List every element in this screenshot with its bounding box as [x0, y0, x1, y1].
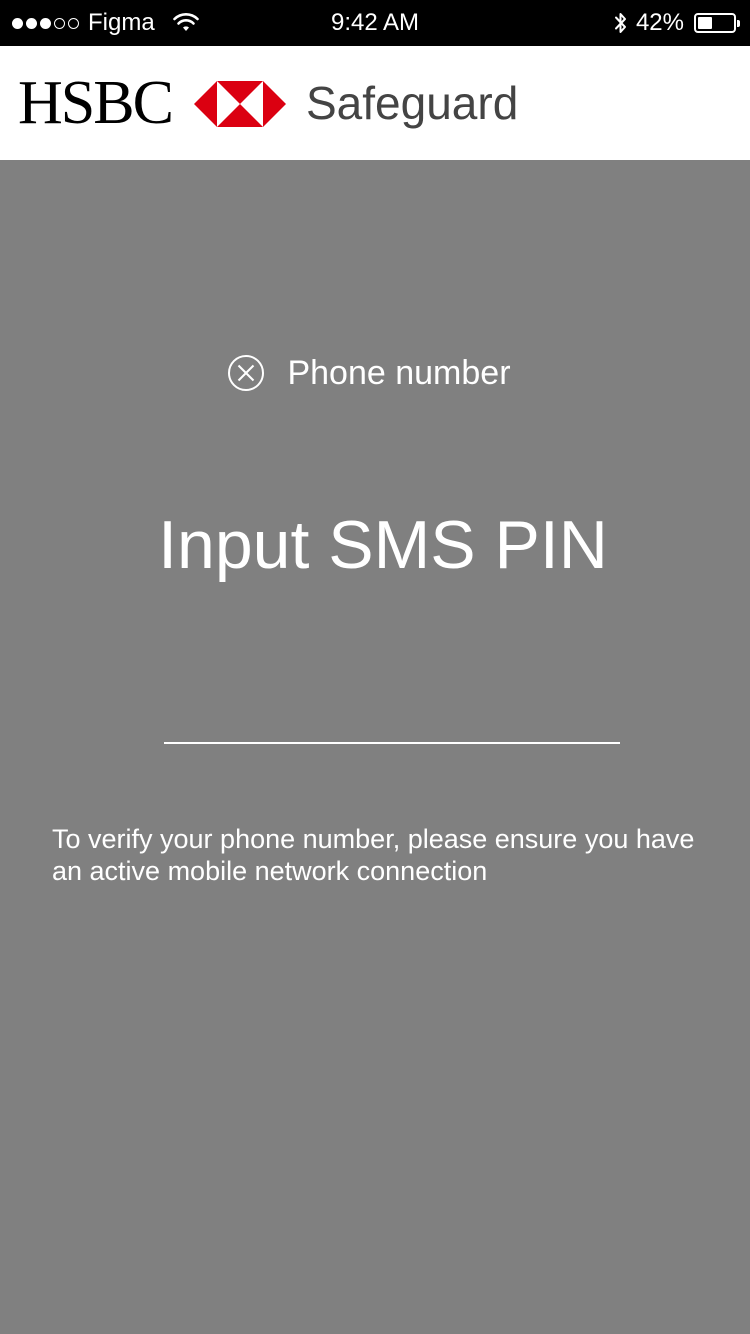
battery-percentage: 42%	[635, 9, 684, 36]
hsbc-hexagon-logo-icon	[194, 81, 286, 127]
sms-pin-input[interactable]	[164, 690, 620, 744]
phone-number-row: Phone number	[0, 353, 750, 393]
hsbc-logo-wordmark: HSBC	[18, 69, 174, 137]
main-content: Phone number Input SMS PIN To verify you…	[0, 160, 750, 1334]
battery-icon	[694, 13, 740, 33]
battery-level-fill	[698, 17, 712, 29]
close-circle-icon[interactable]	[227, 354, 265, 392]
page-title: Input SMS PIN	[158, 507, 608, 583]
bluetooth-icon	[614, 13, 626, 33]
status-bar: Figma 9:42 AM 42%	[0, 0, 750, 46]
status-bar-right: 42%	[614, 9, 740, 37]
phone-number-label: Phone number	[287, 354, 511, 392]
helper-text: To verify your phone number, please ensu…	[52, 824, 695, 886]
app-header: HSBC Safeguard	[0, 46, 750, 160]
app-title: Safeguard	[306, 77, 519, 129]
